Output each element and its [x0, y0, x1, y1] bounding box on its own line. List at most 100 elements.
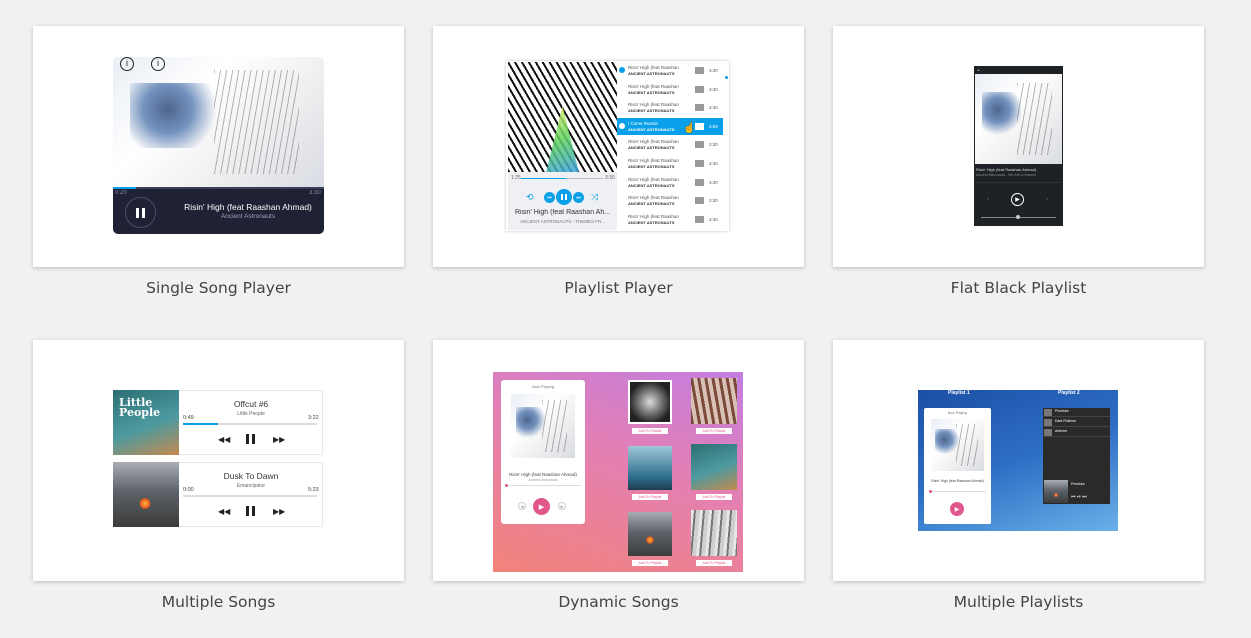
track-title: Dark Rollover — [1055, 419, 1077, 423]
add-to-playlist-button[interactable]: Add To Playlist — [632, 494, 668, 500]
track-duration: 3:30 — [709, 142, 718, 148]
play-icon[interactable] — [619, 67, 625, 73]
thumbnail-multiple-songs[interactable]: Little People Offcut #6 Little People 0:4… — [33, 340, 404, 581]
previous-button[interactable]: ⏮ — [544, 192, 555, 203]
tab-playlist-2[interactable]: Playlist 2 — [1058, 390, 1080, 396]
album-thumb[interactable] — [691, 378, 737, 424]
track-row[interactable]: Risin' High (feat Raashan ANCIENT ASTRONA… — [617, 62, 723, 80]
progress-track[interactable] — [505, 485, 581, 486]
thumbnail-dynamic-songs[interactable]: Now Playing Risin' High (feat Raashan Ah… — [433, 340, 804, 581]
play-button[interactable]: ▶ — [1011, 193, 1024, 206]
track-title: Risin' High (feat Raashan — [628, 139, 679, 145]
song-title: Risin' High (feat Raashan Ahmad) — [931, 479, 984, 483]
card-caption[interactable]: Single Song Player — [33, 279, 404, 297]
chevron-down-icon[interactable]: ⌄ — [976, 66, 981, 73]
album-thumb[interactable] — [628, 512, 672, 556]
pause-button[interactable] — [125, 197, 156, 228]
album-thumb[interactable] — [628, 446, 672, 490]
track-row[interactable]: Risin' High (feat Raashan ANCIENT ASTRONA… — [617, 211, 723, 229]
card-playlist-player[interactable]: 1:25 3:30 ⟲ ⏮ ⏭ ⤨ Risin' High (feat Raas… — [433, 26, 804, 297]
fast-forward-icon[interactable]: ▶▶ — [273, 507, 285, 516]
album-thumb[interactable] — [691, 510, 737, 556]
track-title: Risin' High (feat Raashan — [628, 158, 679, 163]
track-title: Precision — [1055, 409, 1070, 413]
fast-forward-icon[interactable]: ▶▶ — [273, 435, 285, 444]
track-thumb — [695, 160, 704, 167]
add-to-playlist-button[interactable]: Add To Playlist — [696, 560, 732, 566]
play-icon[interactable] — [619, 122, 625, 129]
progress-track[interactable] — [929, 491, 986, 492]
next-button[interactable]: ▶ — [558, 502, 566, 510]
track-row[interactable]: Risin' High (feat Raashan ANCIENT ASTRONA… — [617, 99, 723, 117]
card-caption[interactable]: Playlist Player — [433, 279, 804, 297]
album-art: Little People — [113, 390, 179, 455]
add-to-playlist-button[interactable]: Add To Playlist — [696, 494, 732, 500]
progress-track[interactable] — [113, 187, 324, 189]
total-time: 3:30 — [309, 190, 321, 196]
card-caption[interactable]: Multiple Songs — [33, 593, 404, 611]
track-row[interactable]: Risin' High (feat Raashan ANCIENT ASTRONA… — [617, 155, 723, 173]
tab-playlist-1[interactable]: Playlist 1 — [948, 390, 970, 396]
shuffle-icon[interactable]: ⤨ — [591, 192, 598, 203]
track-thumb — [1044, 429, 1052, 436]
repeat-icon[interactable]: ⟲ — [526, 192, 534, 203]
track-thumb — [695, 141, 704, 149]
track-row[interactable]: Risin' High (feat Raashan ANCIENT ASTRONA… — [617, 174, 723, 192]
song-artist: Little People — [237, 411, 265, 417]
progress-fill — [521, 178, 567, 179]
album-thumb[interactable] — [628, 380, 672, 424]
track-title: Risin' High (feat Raashan — [628, 65, 679, 70]
album-art — [113, 57, 324, 187]
track-duration: 3:30 — [709, 161, 718, 166]
add-to-playlist-button[interactable]: Add To Playlist — [632, 428, 668, 434]
album-thumb[interactable] — [691, 444, 737, 490]
play-button[interactable]: ▶ — [950, 502, 964, 516]
volume-knob[interactable] — [1016, 215, 1020, 219]
rewind-icon[interactable]: ◀◀ — [218, 507, 230, 516]
pause-icon[interactable] — [246, 506, 255, 516]
track-row[interactable]: Dark Rollover — [1043, 418, 1110, 427]
album-art — [931, 419, 984, 471]
add-to-playlist-button[interactable]: Add To Playlist — [696, 428, 732, 434]
card-multiple-playlists[interactable]: Playlist 1 Playlist 2 Now Playing Risin'… — [833, 340, 1204, 611]
song-artist: Emancipator — [236, 483, 266, 489]
transport-controls[interactable]: ⏮ ⏯ ⏭ — [1071, 494, 1087, 500]
card-caption[interactable]: Dynamic Songs — [433, 593, 804, 611]
thumbnail-playlist-player[interactable]: 1:25 3:30 ⟲ ⏮ ⏭ ⤨ Risin' High (feat Raas… — [433, 26, 804, 267]
pause-button[interactable] — [556, 189, 572, 205]
thumbnail-multiple-playlists[interactable]: Playlist 1 Playlist 2 Now Playing Risin'… — [833, 340, 1204, 581]
track-row[interactable]: Risin' High (feat Raashan ANCIENT ASTRONA… — [617, 192, 723, 210]
scrollbar[interactable] — [725, 76, 728, 79]
song-title: Risin' High (feat Raashan Ahmad) — [184, 202, 312, 212]
album-art — [1044, 480, 1068, 503]
pause-icon — [136, 207, 145, 218]
pause-icon — [561, 194, 567, 200]
card-dynamic-songs[interactable]: Now Playing Risin' High (feat Raashan Ah… — [433, 340, 804, 611]
previous-button[interactable]: ◀ — [518, 502, 526, 510]
track-artist: ANCIENT ASTRONAUTS — [628, 201, 675, 207]
next-button[interactable]: ⏭ — [573, 192, 584, 203]
track-row[interactable]: Anthem — [1043, 428, 1110, 437]
card-caption[interactable]: Multiple Playlists — [833, 593, 1204, 611]
song-title: Dusk To Dawn — [223, 471, 279, 481]
card-flat-black-playlist[interactable]: ⌄ Risin' High (feat Raashan Ahmad) Ancie… — [833, 26, 1204, 297]
track-row-active[interactable]: I Came Runnin ANCIENT ASTRONAUTS 3:59 — [617, 117, 723, 136]
card-single-song-player[interactable]: i i 0:20 3:30 Risin' High (feat Raashan … — [33, 26, 404, 297]
now-playing-title: Risin' High (feat Raashan Ah... — [514, 209, 611, 216]
thumbnail-flat-black-playlist[interactable]: ⌄ Risin' High (feat Raashan Ahmad) Ancie… — [833, 26, 1204, 267]
pause-icon[interactable] — [246, 434, 255, 444]
track-artist: ANCIENT ASTRONAUTS — [628, 164, 675, 169]
track-title: Risin' High (feat Raashan — [628, 83, 679, 89]
track-row[interactable]: Risin' High (feat Raashan ANCIENT ASTRONA… — [617, 81, 723, 99]
track-row[interactable]: Precision — [1043, 408, 1110, 417]
card-multiple-songs[interactable]: Little People Offcut #6 Little People 0:4… — [33, 340, 404, 611]
card-caption[interactable]: Flat Black Playlist — [833, 279, 1204, 297]
previous-icon[interactable]: ‹ — [987, 197, 989, 203]
progress-track[interactable] — [183, 495, 317, 497]
next-icon[interactable]: › — [1046, 197, 1048, 203]
thumbnail-single-song-player[interactable]: i i 0:20 3:30 Risin' High (feat Raashan … — [33, 26, 404, 267]
track-row[interactable]: Risin' High (feat Raashan ANCIENT ASTRONA… — [617, 136, 723, 154]
add-to-playlist-button[interactable]: Add To Playlist — [632, 560, 668, 566]
rewind-icon[interactable]: ◀◀ — [218, 435, 230, 444]
play-button[interactable]: ▶ — [533, 498, 550, 515]
